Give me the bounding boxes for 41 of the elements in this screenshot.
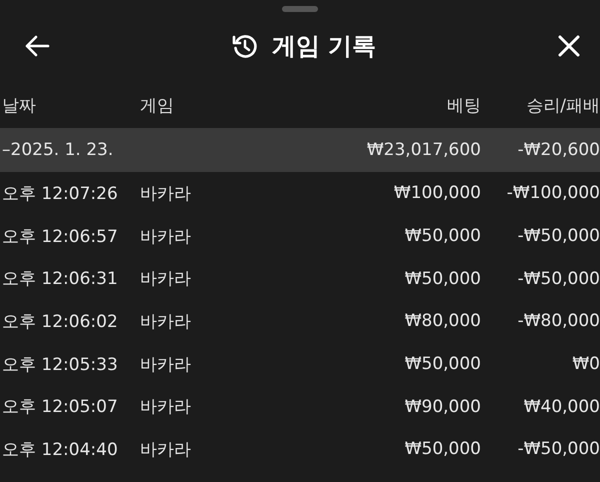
- time-cell-text: 오후 12:06:02: [1, 310, 119, 333]
- date-group-row[interactable]: –2025. 1. 23. ₩23,017,600 -₩20,600: [0, 128, 600, 172]
- bet-cell-text: ₩50,000: [404, 354, 481, 374]
- bet-cell-text: ₩90,000: [404, 396, 481, 417]
- dialog-title: 게임 기록: [272, 31, 376, 62]
- group-result-total: -₩20,600: [516, 140, 600, 160]
- time-cell-text: 오후 12:05:33: [1, 354, 119, 376]
- result-cell-text: -₩80,000: [516, 311, 600, 332]
- drag-handle[interactable]: [282, 6, 318, 12]
- time-cell-text: 오후 12:06:31: [1, 268, 119, 290]
- bet-cell-text: ₩80,000: [404, 311, 481, 332]
- bet-cell-text: ₩50,000: [404, 268, 481, 289]
- result-cell-text: -₩50,000: [516, 226, 600, 246]
- time-cell-text: 오후 12:05:07: [1, 396, 119, 418]
- result-cell-text: ₩40,000: [522, 396, 600, 417]
- time-cell-text: 오후 12:07:26: [1, 182, 119, 205]
- result-cell-text: ₩0: [571, 354, 600, 374]
- game-cell-text: 바카라: [140, 226, 192, 248]
- game-cell-text: 바카라: [140, 310, 192, 333]
- bet-cell-text: ₩50,000: [404, 226, 481, 246]
- group-date: –2025. 1. 23.: [1, 140, 114, 160]
- result-cell-text: -₩50,000: [516, 439, 600, 460]
- close-button[interactable]: [558, 35, 580, 57]
- date-column-header: 날짜: [1, 94, 37, 116]
- result-cell-text: -₩50,000: [516, 268, 600, 289]
- group-bet-total: ₩23,017,600: [366, 140, 481, 160]
- game-cell-text: 바카라: [140, 182, 192, 205]
- history-icon: [232, 33, 258, 59]
- result-column-header: 승리/패배: [525, 94, 600, 116]
- game-cell-text: 바카라: [140, 438, 192, 461]
- game-column-header: 게임: [140, 94, 175, 116]
- bet-column-header: 베팅: [446, 94, 481, 116]
- result-cell-text: -₩100,000: [506, 183, 600, 204]
- back-button[interactable]: [24, 35, 50, 57]
- time-cell-text: 오후 12:04:40: [1, 438, 119, 461]
- game-cell-text: 바카라: [140, 354, 192, 376]
- game-cell-text: 바카라: [140, 268, 192, 290]
- bet-cell-text: ₩100,000: [392, 183, 481, 204]
- time-cell-text: 오후 12:06:57: [1, 226, 119, 248]
- game-cell-text: 바카라: [140, 396, 192, 418]
- bet-cell-text: ₩50,000: [404, 439, 481, 460]
